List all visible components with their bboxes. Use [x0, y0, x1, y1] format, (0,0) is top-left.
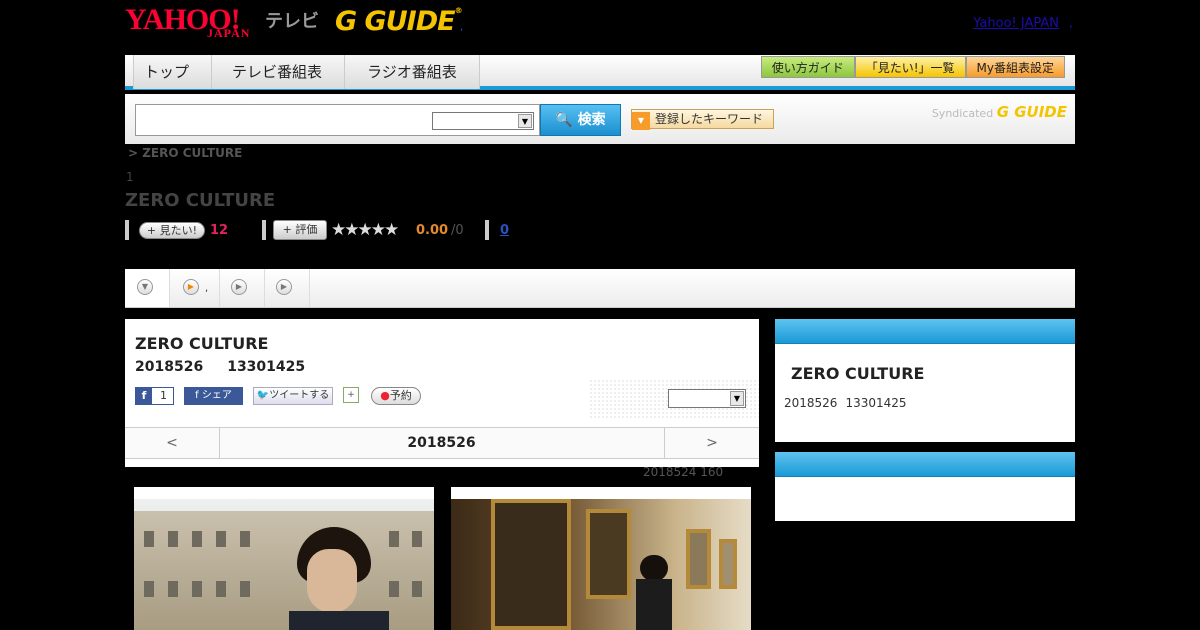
reminder-select[interactable]: ▼ — [668, 389, 746, 408]
prev-date-button[interactable]: < — [125, 428, 220, 458]
divider — [485, 220, 489, 240]
want-to-watch-list-button[interactable]: 「見たい!」一覧 — [854, 56, 966, 78]
chevron-down-icon: ▼ — [730, 391, 744, 406]
search-button[interactable]: 🔍 検索 — [540, 104, 621, 136]
add-calendar-icon[interactable]: + — [343, 387, 359, 403]
page-title: ZERO CULTURE — [125, 190, 276, 211]
yahoo-japan-link[interactable]: Yahoo! JAPAN — [973, 16, 1059, 31]
play-circle-icon: ▶ — [231, 279, 247, 295]
facebook-like-button[interactable]: f1 — [135, 387, 174, 405]
usage-guide-button[interactable]: 使い方ガイド — [760, 56, 855, 78]
chevron-down-circle-icon: ▼ — [137, 279, 153, 295]
side-panel-secondary — [775, 452, 1075, 521]
gguide-logo[interactable]: G GUIDE® — [335, 6, 463, 37]
next-date-button[interactable]: > — [664, 428, 759, 458]
registered-keywords-label: 登録したキーワード — [655, 112, 764, 126]
facebook-icon: f — [136, 388, 152, 404]
photo-building — [134, 511, 434, 630]
program-stats: + 見たい! 12 + 評価 ★★★★★ 0.00 /0 0 — [125, 220, 725, 240]
nav-tabs: トップ テレビ番組表 ラジオ番組表 — [133, 55, 480, 89]
divider — [262, 220, 266, 240]
main-nav: トップ テレビ番組表 ラジオ番組表 使い方ガイド 「見たい!」一覧 My番組表設… — [125, 55, 1075, 90]
want-to-watch-count: 12 — [210, 223, 229, 238]
current-date: 2018526 — [407, 435, 476, 451]
tab-top[interactable]: トップ — [133, 55, 213, 89]
rate-button[interactable]: + 評価 — [273, 220, 327, 240]
tv-label[interactable]: テレビ — [265, 7, 319, 33]
photo-gallery-wall — [451, 499, 751, 630]
play-circle-icon: ▶ — [183, 279, 199, 295]
tab-tv-schedule[interactable]: テレビ番組表 — [211, 55, 346, 89]
date-navigation: < 2018526 > — [125, 427, 759, 459]
program-detail-card: ZERO CULTURE 2018526 13301425 f1 f シェア 🐦ツ… — [125, 319, 759, 467]
side-program-title[interactable]: ZERO CULTURE — [791, 364, 924, 383]
divider — [125, 220, 129, 240]
subtab-3[interactable]: ▶ — [220, 269, 265, 307]
breadcrumb[interactable]: > ZERO CULTURE — [128, 146, 242, 160]
review-count-link[interactable]: 0 — [500, 223, 509, 238]
header-link-dot: , — [1068, 16, 1073, 31]
photo-person — [289, 527, 389, 630]
photo-person — [636, 555, 672, 630]
tab-radio-schedule[interactable]: ラジオ番組表 — [344, 55, 480, 89]
tweet-button[interactable]: 🐦ツイートする — [253, 387, 333, 405]
broadcast-datetime: 2018526 13301425 — [135, 359, 306, 375]
subtab-1[interactable]: ▼ — [125, 269, 170, 307]
reserve-button[interactable]: ●予約 — [371, 387, 421, 405]
facebook-share-button[interactable]: f シェア — [184, 387, 243, 405]
registered-keywords-button[interactable]: ▼ 登録したキーワード — [631, 109, 774, 130]
card-title: ZERO CULTURE — [135, 334, 269, 353]
genre-number: 1 — [126, 170, 134, 184]
photo-caption: 2018524 160 — [643, 465, 724, 479]
search-bar: ▼ 🔍 検索 ▼ 登録したキーワード Syndicated G GUIDE — [125, 94, 1075, 144]
subtab-4[interactable]: ▶ — [265, 269, 310, 307]
search-icon: 🔍 — [555, 112, 573, 128]
side-panel-header — [775, 319, 1075, 344]
chevron-down-icon: ▼ — [518, 114, 532, 128]
play-circle-icon: ▶ — [276, 279, 292, 295]
record-dot-icon: ● — [380, 389, 390, 402]
side-panel-program: ZERO CULTURE 2018526 13301425 — [775, 319, 1075, 442]
syndicated-gguide-logo: Syndicated G GUIDE — [931, 103, 1067, 121]
side-panel-header — [775, 452, 1075, 477]
program-photo-gallery-interior[interactable] — [451, 487, 751, 630]
header-dot: , — [460, 22, 464, 33]
yahoo-japan-logo-text: JAPAN — [207, 26, 251, 40]
rating-stars-icon: ★★★★★ — [331, 220, 399, 240]
rating-value: 0.00 — [416, 223, 449, 238]
search-button-label: 検索 — [577, 112, 606, 128]
twitter-bird-icon: 🐦 — [256, 390, 270, 401]
my-schedule-settings-button[interactable]: My番組表設定 — [965, 56, 1065, 78]
subtab-2[interactable]: ▶, — [170, 269, 220, 307]
program-subtabs: ▼ ▶, ▶ ▶ — [125, 269, 1075, 308]
search-scope-select[interactable]: ▼ — [432, 112, 534, 130]
dropdown-triangle-icon: ▼ — [632, 112, 650, 130]
nav-side-buttons: 使い方ガイド 「見たい!」一覧 My番組表設定 — [760, 56, 1065, 78]
side-program-datetime: 2018526 13301425 — [784, 396, 907, 410]
want-to-watch-button[interactable]: + 見たい! — [139, 222, 205, 239]
program-photo-louvre-exterior[interactable] — [134, 487, 434, 630]
site-header: YAHOO! JAPAN テレビ G GUIDE® , Yahoo! JAPAN… — [125, 0, 1075, 55]
rating-count: /0 — [451, 223, 464, 238]
subtab-2-label: , — [205, 283, 209, 294]
